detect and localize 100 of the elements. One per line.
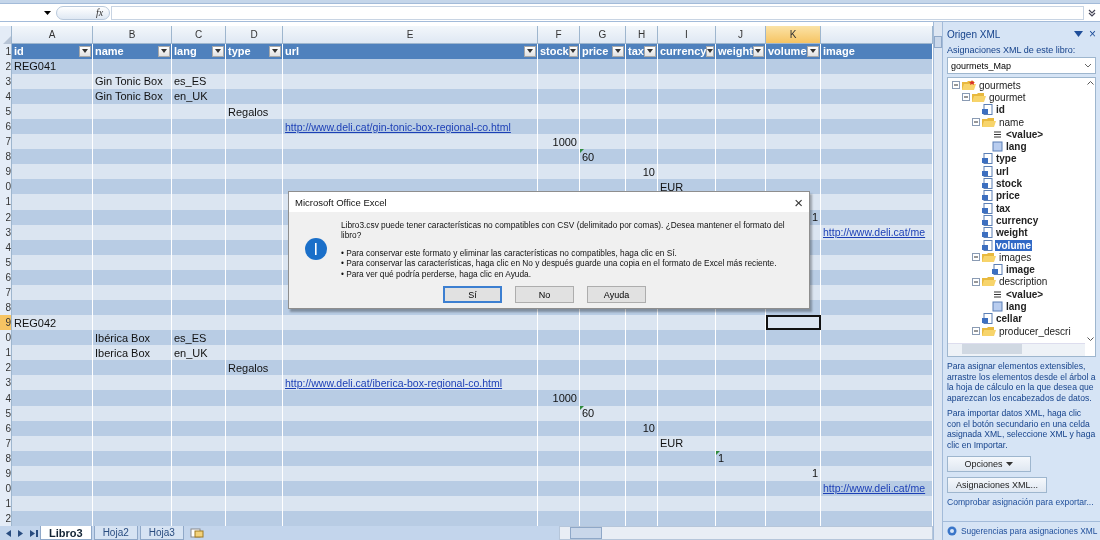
- sheet-tab[interactable]: Libro3: [40, 526, 92, 540]
- tree-item[interactable]: producer_descri: [997, 325, 1072, 337]
- last-arrow-icon[interactable]: [30, 529, 38, 537]
- collapse-toggle[interactable]: [971, 277, 980, 286]
- tree-item[interactable]: description: [997, 276, 1049, 288]
- filter-button[interactable]: [706, 45, 715, 57]
- tree-item[interactable]: lang: [1004, 141, 1028, 153]
- column-letter[interactable]: K: [766, 26, 821, 44]
- dialog-button[interactable]: No: [515, 286, 574, 304]
- row-number[interactable]: 8: [0, 300, 12, 316]
- filter-button[interactable]: [269, 45, 281, 57]
- caret-icon: [1006, 461, 1014, 466]
- row-number[interactable]: 1: [0, 345, 12, 361]
- filter-button[interactable]: [644, 45, 656, 57]
- collapse-toggle[interactable]: [961, 93, 970, 102]
- tree-item[interactable]: weight: [994, 227, 1029, 239]
- filter-button[interactable]: [79, 45, 91, 57]
- filter-button[interactable]: [212, 45, 224, 57]
- row-number[interactable]: 3: [0, 375, 12, 391]
- row-number[interactable]: 0: [0, 330, 12, 346]
- dialog-button[interactable]: Ayuda: [587, 286, 646, 304]
- column-header: id: [14, 45, 24, 58]
- row-number[interactable]: 7: [0, 134, 12, 150]
- dialog-button[interactable]: Sí: [443, 286, 502, 304]
- filter-button[interactable]: [158, 45, 170, 57]
- column-letter[interactable]: D: [226, 26, 283, 44]
- row-number[interactable]: 2: [0, 360, 12, 376]
- tree-item[interactable]: images: [997, 251, 1033, 263]
- tree-item[interactable]: tax: [994, 202, 1012, 214]
- row-number[interactable]: 0: [0, 179, 12, 195]
- row-number[interactable]: 1: [0, 496, 12, 512]
- options-button[interactable]: Opciones: [946, 455, 1031, 472]
- vertical-scrollbar[interactable]: [933, 22, 942, 540]
- close-button[interactable]: ×: [1089, 27, 1096, 41]
- xml-maps-button[interactable]: Asignaciones XML...: [946, 476, 1047, 493]
- tree-item[interactable]: <value>: [1004, 288, 1045, 300]
- tree-item[interactable]: price: [994, 190, 1021, 202]
- column-letter[interactable]: I: [658, 26, 716, 44]
- sheet-tab[interactable]: Hoja3: [139, 526, 184, 540]
- filter-button[interactable]: [807, 45, 819, 57]
- collapse-toggle[interactable]: [971, 327, 980, 336]
- formula-bar-handle[interactable]: [56, 5, 110, 20]
- horizontal-scrollbar[interactable]: [558, 526, 933, 540]
- new-sheet-icon[interactable]: [189, 528, 204, 539]
- column-header: volume: [768, 45, 807, 58]
- row-number[interactable]: 8: [0, 149, 12, 165]
- filter-button[interactable]: [524, 45, 536, 57]
- tree-item[interactable]: stock: [994, 178, 1024, 189]
- collapse-toggle[interactable]: [971, 253, 980, 262]
- row-number[interactable]: 9: [0, 315, 12, 331]
- tree-item[interactable]: volume: [994, 239, 1032, 251]
- column-letter[interactable]: G: [580, 26, 626, 44]
- tree-item[interactable]: id: [994, 104, 1006, 116]
- function-button[interactable]: fx: [96, 7, 104, 18]
- tree-item[interactable]: type: [994, 153, 1018, 165]
- active-cell[interactable]: [766, 315, 821, 331]
- right-arrow-icon[interactable]: [18, 529, 24, 537]
- left-arrow-icon[interactable]: [6, 529, 12, 537]
- close-button[interactable]: ×: [794, 193, 803, 211]
- link[interactable]: http://www.deli.cat/me: [823, 482, 926, 495]
- row-number[interactable]: 9: [0, 164, 12, 180]
- link[interactable]: http://www.deli.cat/gin-tonic-box-regional-co.html: [285, 120, 511, 133]
- collapse-toggle[interactable]: [951, 81, 960, 90]
- verify-link[interactable]: Comprobar asignación para exportar...: [946, 496, 1096, 507]
- chevron-down-icon: [1084, 63, 1092, 68]
- horizontal-scrollbar[interactable]: [947, 343, 1085, 356]
- column-letter[interactable]: F: [538, 26, 580, 44]
- column-letter[interactable]: J: [716, 26, 766, 44]
- dropdown-icon[interactable]: [1074, 31, 1083, 37]
- row-number[interactable]: 4: [0, 390, 12, 406]
- tree-item[interactable]: <value>: [1004, 128, 1045, 140]
- map-dropdown[interactable]: gourmets_Map: [946, 57, 1096, 74]
- column-letter[interactable]: A: [12, 26, 93, 44]
- filter-button[interactable]: [568, 45, 578, 57]
- link[interactable]: http://www.deli.cat/me: [823, 226, 926, 239]
- tree-item[interactable]: lang: [1004, 301, 1028, 312]
- row-number[interactable]: 1: [0, 194, 12, 210]
- column-letter[interactable]: C: [172, 26, 226, 44]
- filter-button[interactable]: [612, 45, 624, 57]
- chevron-up-icon[interactable]: [1086, 81, 1094, 85]
- filter-button[interactable]: [752, 45, 764, 57]
- tree-item[interactable]: gourmet: [987, 91, 1027, 103]
- row-number[interactable]: 6: [0, 119, 12, 135]
- column-letter[interactable]: E: [283, 26, 538, 44]
- row-number[interactable]: 2: [0, 511, 12, 527]
- collapse-toggle[interactable]: [971, 118, 980, 127]
- column-letter[interactable]: B: [93, 26, 172, 44]
- column-letter[interactable]: H: [626, 26, 658, 44]
- tree-item[interactable]: cellar: [994, 313, 1024, 325]
- tree-item[interactable]: name: [997, 116, 1025, 128]
- tree-item[interactable]: gourmets: [977, 79, 1022, 91]
- tree-item[interactable]: url: [994, 165, 1010, 177]
- help-link[interactable]: Sugerencias para asignaciones XML: [960, 526, 1098, 536]
- sheet-tab[interactable]: Hoja2: [93, 526, 138, 540]
- link[interactable]: http://www.deli.cat/iberica-box-regional-co.html: [285, 376, 503, 389]
- tree-item[interactable]: currency: [994, 214, 1040, 226]
- tree-item[interactable]: image: [1004, 264, 1036, 276]
- formula-field[interactable]: [111, 5, 1084, 20]
- expand-icon[interactable]: [1088, 8, 1096, 17]
- chevron-down-icon[interactable]: [1086, 337, 1094, 341]
